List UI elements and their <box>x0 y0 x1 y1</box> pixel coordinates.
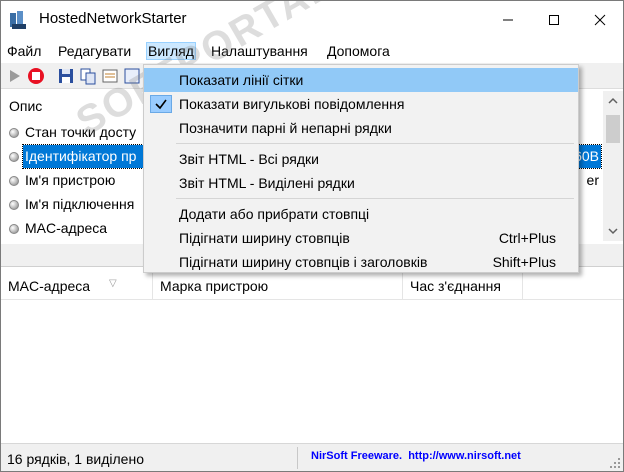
size-grip-icon[interactable] <box>609 457 621 469</box>
bullet-icon <box>9 128 19 138</box>
menu-help[interactable]: Допомога <box>327 43 390 59</box>
title-bar[interactable]: HostedNetworkStarter <box>1 1 623 39</box>
window-title: HostedNetworkStarter <box>39 10 187 27</box>
item-label: MAC-адреса <box>25 220 108 236</box>
check-icon <box>150 95 172 113</box>
item-value: er <box>586 172 599 188</box>
play-icon[interactable] <box>5 67 23 85</box>
minimize-icon <box>503 19 513 21</box>
column-header-vendor[interactable]: Марка пристрою <box>153 272 403 300</box>
copy-icon[interactable] <box>79 67 97 85</box>
menu-auto-size-columns[interactable]: Підігнати ширину стовпців Ctrl+Plus <box>144 226 578 250</box>
save-icon[interactable] <box>57 67 75 85</box>
bullet-icon <box>9 200 19 210</box>
properties-icon[interactable] <box>101 67 119 85</box>
menu-show-grid-lines[interactable]: Показати лінії сітки <box>144 68 578 92</box>
menu-html-report-selected[interactable]: Звіт HTML - Виділені рядки <box>144 171 578 195</box>
menu-bar: Файл Редагувати Вигляд Налаштування Допо… <box>1 39 623 63</box>
menu-mark-odd-even-rows[interactable]: Позначити парні й непарні рядки <box>144 116 578 140</box>
app-window: HostedNetworkStarter Файл Редагувати Виг… <box>0 0 624 472</box>
menu-separator <box>176 143 574 144</box>
bullet-icon <box>9 224 19 234</box>
sort-icon: ▽ <box>109 278 117 289</box>
menu-file[interactable]: Файл <box>7 43 41 59</box>
close-icon <box>594 14 606 26</box>
menu-separator <box>176 198 574 199</box>
item-label: Ім'я пристрою <box>25 172 116 188</box>
bullet-icon <box>9 176 19 186</box>
shortcut-label: Ctrl+Plus <box>498 230 556 246</box>
scroll-thumb[interactable] <box>606 115 620 143</box>
stop-icon[interactable] <box>27 67 45 85</box>
menu-html-report-all[interactable]: Звіт HTML - Всі рядки <box>144 147 578 171</box>
maximize-button[interactable] <box>531 1 577 39</box>
vertical-scrollbar[interactable] <box>603 91 623 241</box>
menu-view[interactable]: Вигляд <box>146 42 196 60</box>
status-count: 16 рядків, 1 виділено <box>7 451 144 467</box>
app-icon <box>10 11 26 29</box>
menu-auto-size-columns-headers[interactable]: Підігнати ширину стовпців і заголовків S… <box>144 250 578 274</box>
column-header-connect-time[interactable]: Час з'єднання <box>403 272 523 300</box>
status-bar: 16 рядків, 1 виділено NirSoft Freeware. … <box>1 443 623 471</box>
clients-list-header: MAC-адреса ▽ Марка пристрою Час з'єднанн… <box>1 272 623 300</box>
menu-choose-columns[interactable]: Додати або прибрати стовпці <box>144 202 578 226</box>
shortcut-label: Shift+Plus <box>492 254 556 270</box>
bullet-icon <box>9 152 19 162</box>
nirsoft-link[interactable]: NirSoft Freeware. http://www.nirsoft.net <box>311 450 521 462</box>
view-menu-dropdown: Показати лінії сітки Показати вигулькові… <box>143 64 579 273</box>
item-label: Ім'я підключення <box>25 196 135 212</box>
item-label: Ідентифікатор пр <box>25 148 137 164</box>
close-button[interactable] <box>577 1 623 39</box>
minimize-button[interactable] <box>485 1 531 39</box>
scroll-up-icon[interactable] <box>608 97 618 105</box>
menu-options[interactable]: Налаштування <box>211 43 308 59</box>
menu-show-tooltips[interactable]: Показати вигулькові повідомлення <box>144 92 578 116</box>
scroll-down-icon[interactable] <box>608 227 618 235</box>
column-header-mac[interactable]: MAC-адреса ▽ <box>1 272 153 300</box>
refresh-icon[interactable] <box>123 67 141 85</box>
status-divider <box>297 447 298 469</box>
item-label: Стан точки досту <box>25 124 137 140</box>
maximize-icon <box>549 15 559 25</box>
menu-edit[interactable]: Редагувати <box>58 43 131 59</box>
